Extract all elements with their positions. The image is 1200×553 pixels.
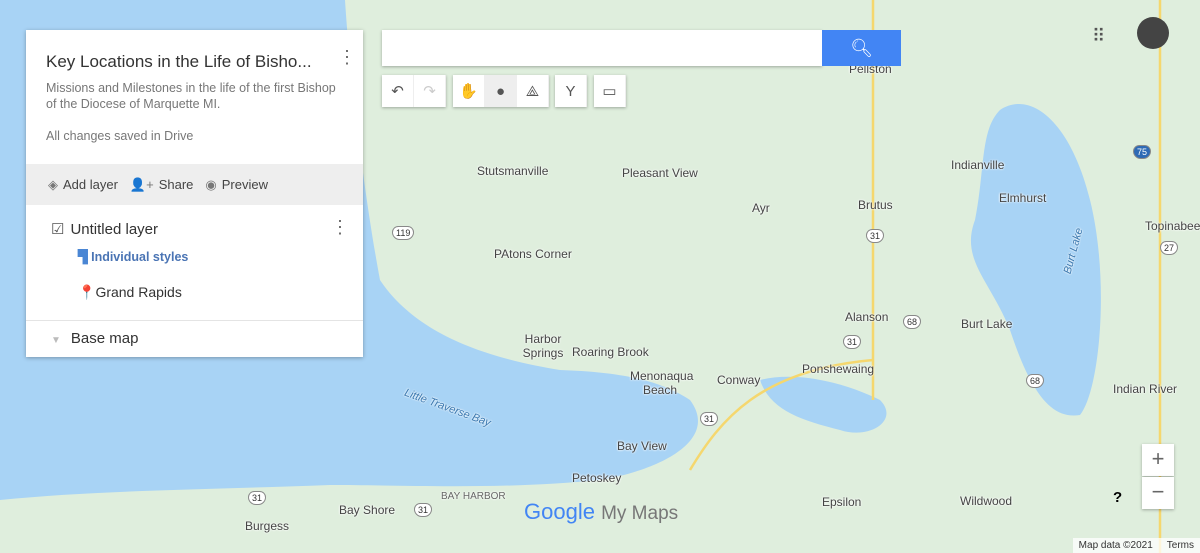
my-maps-text: My Maps xyxy=(601,503,679,524)
add-layer-button[interactable]: ◈ Add layer xyxy=(48,177,118,193)
marker-icon[interactable]: ● xyxy=(485,75,517,107)
map-label: Burgess xyxy=(245,519,290,533)
map-label: Epsilon xyxy=(822,495,862,509)
base-map-label: Base map xyxy=(70,330,139,347)
route-shield: 31 xyxy=(843,335,862,349)
place-item[interactable]: 📍Grand Rapids xyxy=(78,284,182,301)
paint-roller-icon: ▜ xyxy=(78,250,92,264)
route-shield: 31 xyxy=(248,491,267,505)
styles-label: Individual styles xyxy=(91,250,189,264)
directions-icon[interactable]: Y xyxy=(555,75,587,107)
avatar[interactable] xyxy=(1137,17,1169,49)
save-status: All changes saved in Drive xyxy=(46,129,194,143)
map-label: Ayr xyxy=(752,201,770,215)
map-label: Alanson xyxy=(845,310,889,324)
map-label: Ponshewaing xyxy=(802,362,875,376)
zoom-out-button[interactable]: − xyxy=(1142,477,1174,509)
map-options-icon[interactable]: ⋮ xyxy=(338,48,356,66)
map-description[interactable]: Missions and Milestones in the life of t… xyxy=(46,80,336,112)
interstate-shield: 75 xyxy=(1133,145,1152,159)
route-shield: 31 xyxy=(866,229,885,243)
map-footer: Map data ©2021 Terms xyxy=(1072,538,1200,553)
zoom-in-button[interactable]: + xyxy=(1142,444,1174,476)
layer-options-icon[interactable]: ⋮ xyxy=(331,218,349,236)
person-add-icon: 👤+ xyxy=(129,176,154,192)
share-button[interactable]: 👤+ Share xyxy=(130,177,193,193)
map-label: Menonaqua Beach xyxy=(630,369,694,397)
layer-checkbox[interactable]: ☑ xyxy=(51,221,64,238)
layer-name[interactable]: Untitled layer xyxy=(70,221,158,238)
map-pin-icon: 📍 xyxy=(78,284,96,300)
route-shield: 119 xyxy=(392,226,415,240)
line-icon[interactable]: ⟁ xyxy=(517,75,549,107)
map-label: Pleasant View xyxy=(622,166,698,180)
layers-icon: ◈ xyxy=(48,176,58,192)
map-label: Brutus xyxy=(858,198,893,212)
map-label: Topinabee xyxy=(1145,219,1200,233)
google-my-maps-logo: Google My Maps xyxy=(524,499,678,525)
redo-icon[interactable]: ↷ xyxy=(414,75,446,107)
hand-icon[interactable]: ✋ xyxy=(453,75,485,107)
share-label: Share xyxy=(158,176,194,192)
eye-icon: ◉ xyxy=(205,176,217,192)
route-shield: 31 xyxy=(414,503,433,517)
google-logo-text: Google xyxy=(524,499,595,524)
route-shield: 27 xyxy=(1160,241,1179,255)
map-label: Burt Lake xyxy=(961,317,1013,331)
layer-row[interactable]: ☑ Untitled layer xyxy=(51,220,158,238)
route-shield: 68 xyxy=(1026,374,1045,388)
search-button[interactable]: 🔍︎ xyxy=(822,30,901,66)
map-data-attribution: Map data ©2021 xyxy=(1078,540,1153,551)
map-legend-panel: Key Locations in the Life of Bisho... ⋮ … xyxy=(26,30,363,357)
route-shield: 31 xyxy=(700,412,719,426)
map-label: Stutsmanville xyxy=(477,164,549,178)
preview-label: Preview xyxy=(221,176,268,192)
map-label: Indianville xyxy=(951,158,1005,172)
search-input[interactable] xyxy=(382,30,822,66)
map-label: Petoskey xyxy=(572,471,622,485)
search-icon: 🔍︎ xyxy=(850,37,873,58)
map-label: Elmhurst xyxy=(999,191,1047,205)
divider xyxy=(26,320,363,321)
ruler-icon[interactable]: ▭ xyxy=(594,75,626,107)
preview-button[interactable]: ◉ Preview xyxy=(205,177,268,193)
map-label: Roaring Brook xyxy=(572,345,649,359)
chevron-down-icon[interactable]: ▼ xyxy=(51,335,61,346)
base-map-row[interactable]: ▼ Base map xyxy=(51,330,138,347)
individual-styles-link[interactable]: ▜ Individual styles xyxy=(78,249,188,264)
place-name: Grand Rapids xyxy=(95,284,182,300)
map-label: Indian River xyxy=(1113,382,1178,396)
map-label: PAtons Corner xyxy=(494,247,572,261)
map-label: BAY HARBOR xyxy=(441,491,506,502)
help-icon[interactable]: ? xyxy=(1113,489,1122,506)
map-title[interactable]: Key Locations in the Life of Bisho... xyxy=(46,52,312,72)
map-label: Harbor Springs xyxy=(522,332,564,360)
map-label: Bay Shore xyxy=(339,503,396,517)
undo-icon[interactable]: ↶ xyxy=(382,75,414,107)
map-label: Wildwood xyxy=(960,494,1013,508)
add-layer-label: Add layer xyxy=(63,176,118,192)
apps-grid-icon[interactable]: ⠿ xyxy=(1092,26,1105,47)
terms-link[interactable]: Terms xyxy=(1167,540,1194,551)
map-label: Bay View xyxy=(617,439,667,453)
map-label: Conway xyxy=(717,373,761,387)
route-shield: 68 xyxy=(903,315,922,329)
